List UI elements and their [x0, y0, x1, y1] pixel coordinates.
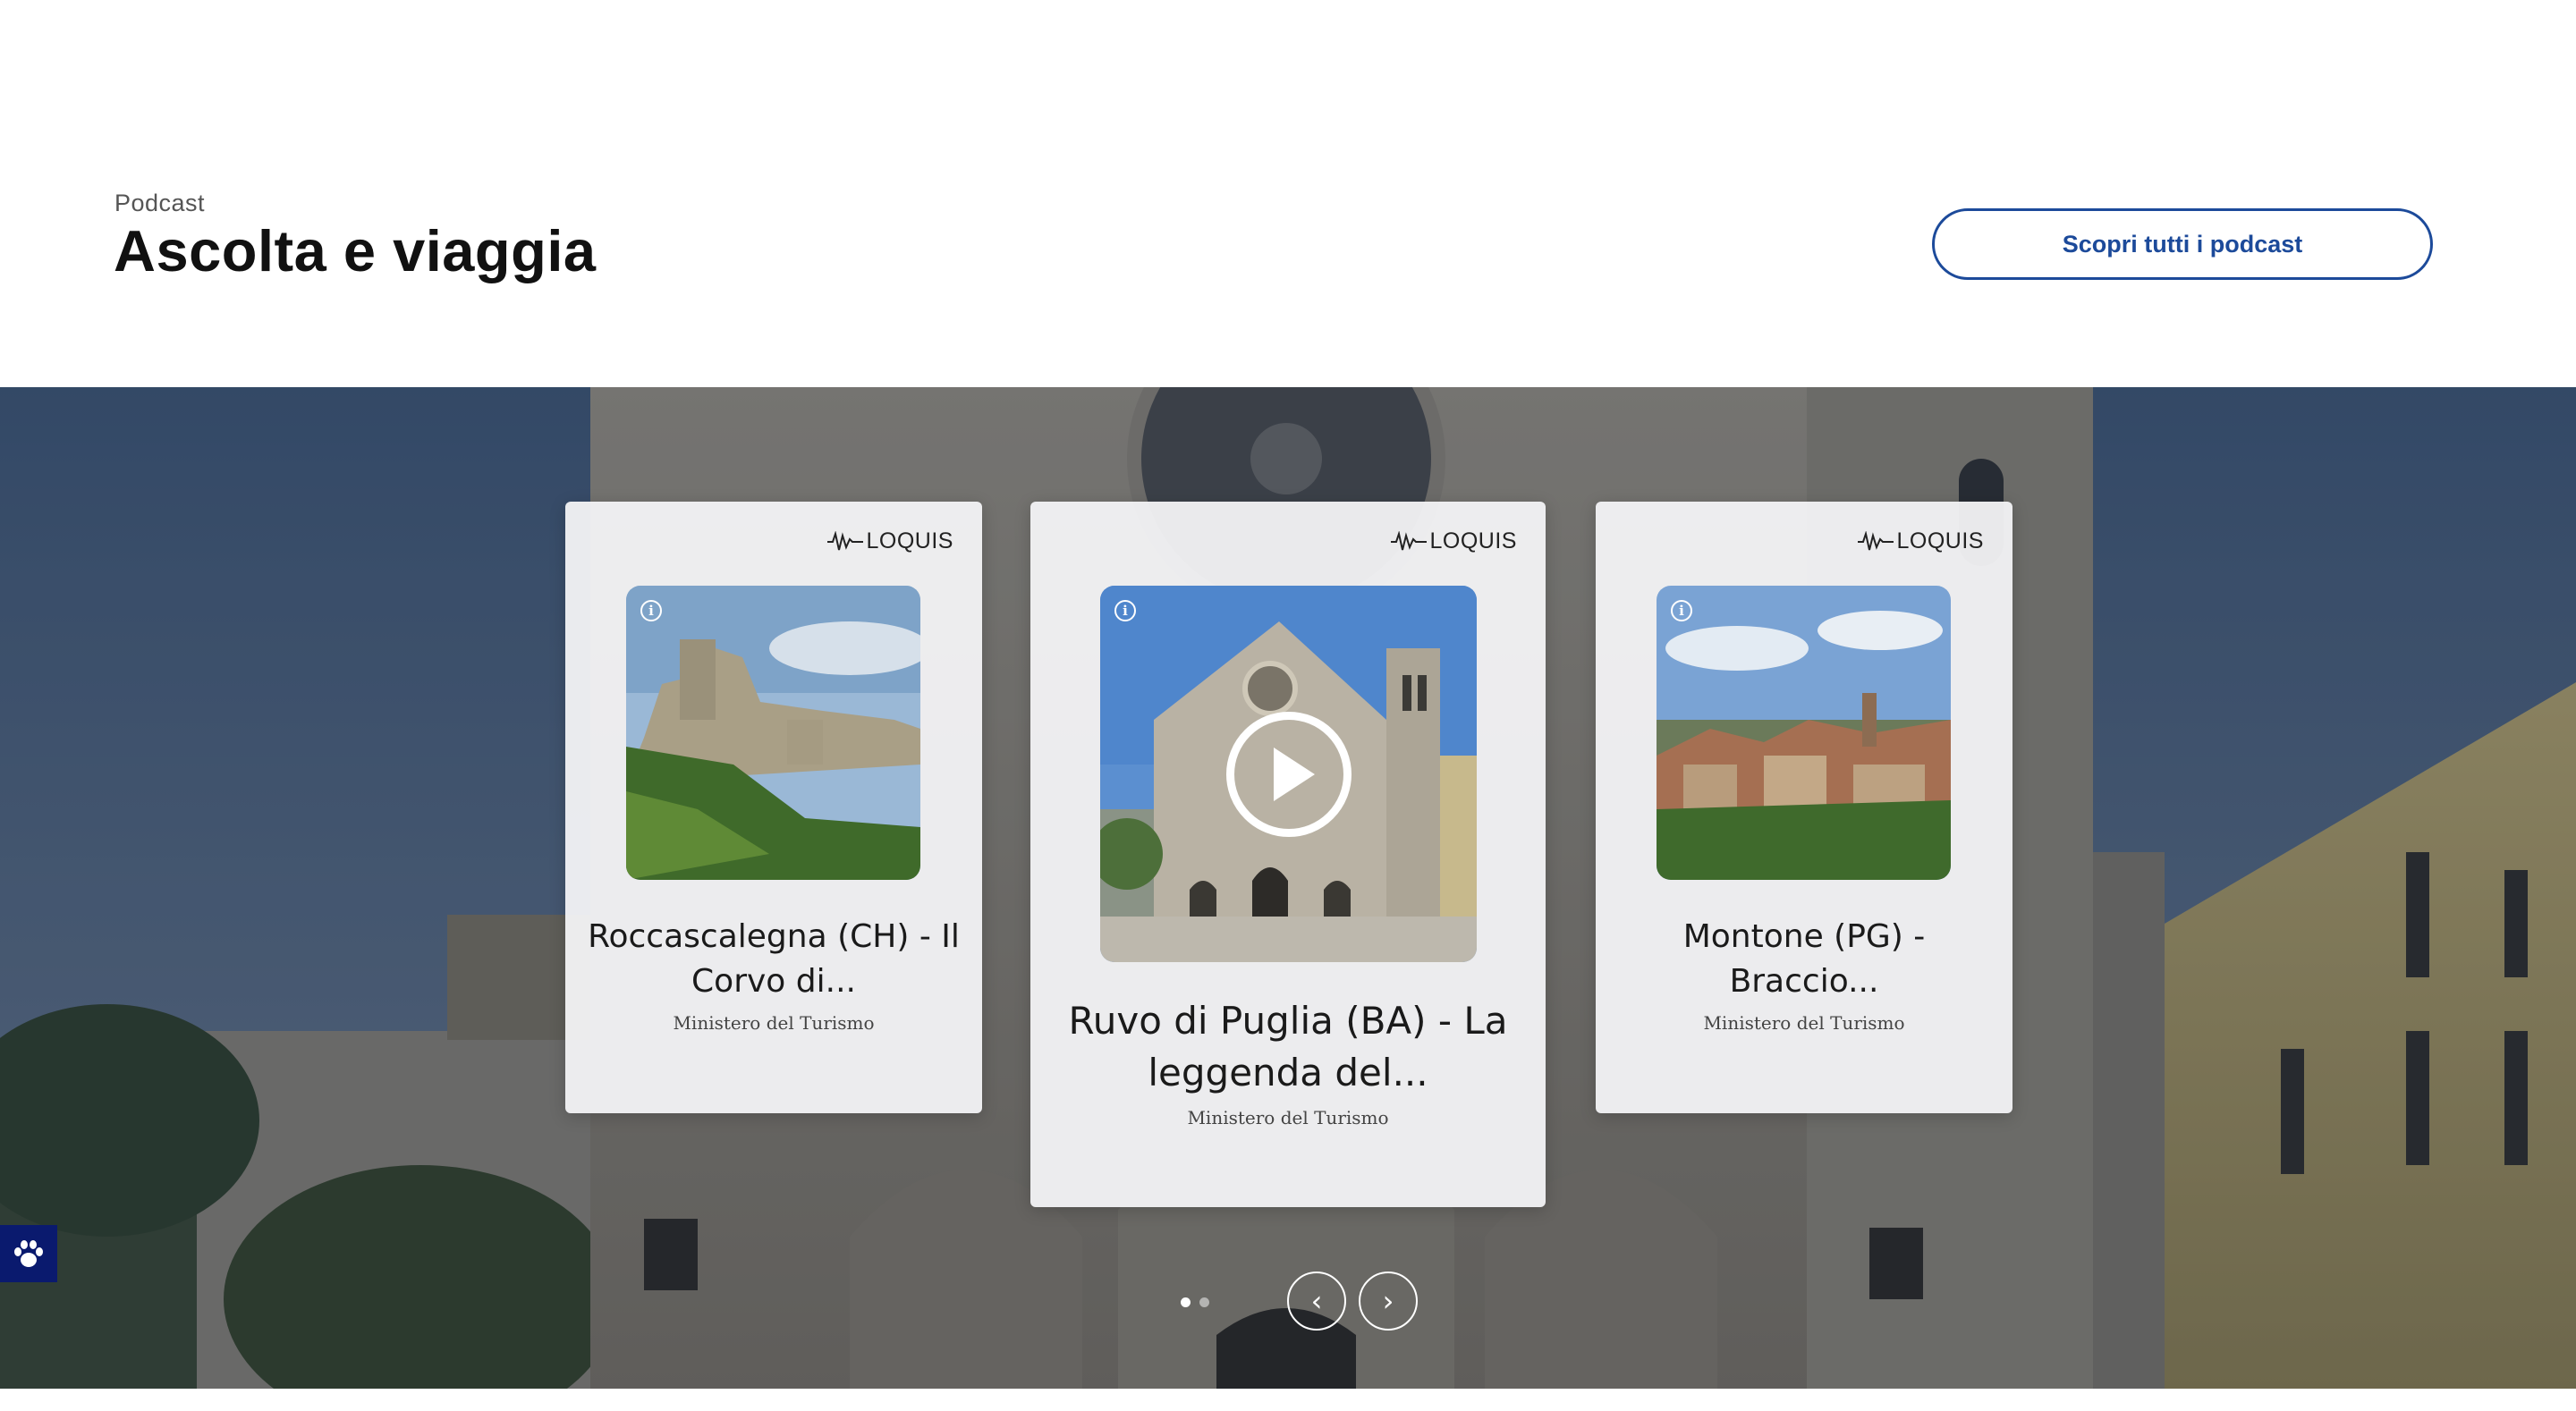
pagination-dot[interactable] [1199, 1297, 1209, 1307]
brand-label: LOQUIS [866, 528, 953, 553]
castle-image [626, 586, 920, 880]
soundwave-icon [1390, 530, 1427, 550]
info-icon[interactable]: i [1114, 600, 1136, 621]
chevron-left-icon: ‹ [1310, 1284, 1323, 1318]
podcast-card-roccascalegna[interactable]: LOQUIS i Roccascalegna (CH) - Il Corvo d… [565, 502, 982, 1113]
podcast-thumbnail[interactable]: i [1657, 586, 1951, 880]
soundwave-icon [1857, 530, 1894, 550]
podcast-publisher: Ministero del Turismo [1703, 1012, 1905, 1034]
podcast-publisher: Ministero del Turismo [1187, 1107, 1389, 1128]
carousel-pagination [1181, 1297, 1209, 1307]
brand-label: LOQUIS [1429, 528, 1517, 553]
podcast-thumbnail[interactable]: i [626, 586, 920, 880]
carousel-next-button[interactable]: › [1359, 1272, 1418, 1331]
loquis-logo: LOQUIS [1857, 528, 1984, 554]
village-image [1657, 586, 1951, 880]
carousel-prev-button[interactable]: ‹ [1287, 1272, 1346, 1331]
section-eyebrow: Podcast [114, 190, 206, 216]
loquis-logo: LOQUIS [826, 528, 953, 554]
podcast-thumbnail[interactable]: i [1100, 586, 1477, 962]
podcast-title[interactable]: Montone (PG) - Braccio... [1614, 915, 1995, 1004]
play-icon[interactable] [1225, 711, 1352, 837]
podcast-card-montone[interactable]: LOQUIS i Montone (PG) - Braccio... Minis… [1596, 502, 2012, 1113]
pagination-dot-active[interactable] [1181, 1297, 1191, 1307]
paw-icon [14, 1240, 43, 1267]
discover-all-podcasts-button[interactable]: Scopri tutti i podcast [1932, 208, 2433, 280]
podcast-title[interactable]: Roccascalegna (CH) - Il Corvo di... [583, 915, 964, 1004]
podcast-card-ruvo-di-puglia[interactable]: LOQUIS i Ruvo di Puglia (BA) - La leggen… [1030, 502, 1546, 1207]
loquis-logo: LOQUIS [1390, 528, 1517, 554]
info-icon[interactable]: i [1671, 600, 1692, 621]
accessibility-widget-button[interactable] [0, 1225, 57, 1282]
soundwave-icon [826, 530, 863, 550]
info-icon[interactable]: i [640, 600, 662, 621]
section-title: Ascolta e viaggia [114, 218, 597, 283]
podcast-title[interactable]: Ruvo di Puglia (BA) - La leggenda del... [1048, 995, 1528, 1099]
bottom-edge [0, 1389, 2576, 1411]
chevron-right-icon: › [1382, 1284, 1394, 1318]
podcast-publisher: Ministero del Turismo [673, 1012, 875, 1034]
podcast-section-header: Podcast Ascolta e viaggia Scopri tutti i… [0, 0, 2576, 387]
brand-label: LOQUIS [1896, 528, 1984, 553]
